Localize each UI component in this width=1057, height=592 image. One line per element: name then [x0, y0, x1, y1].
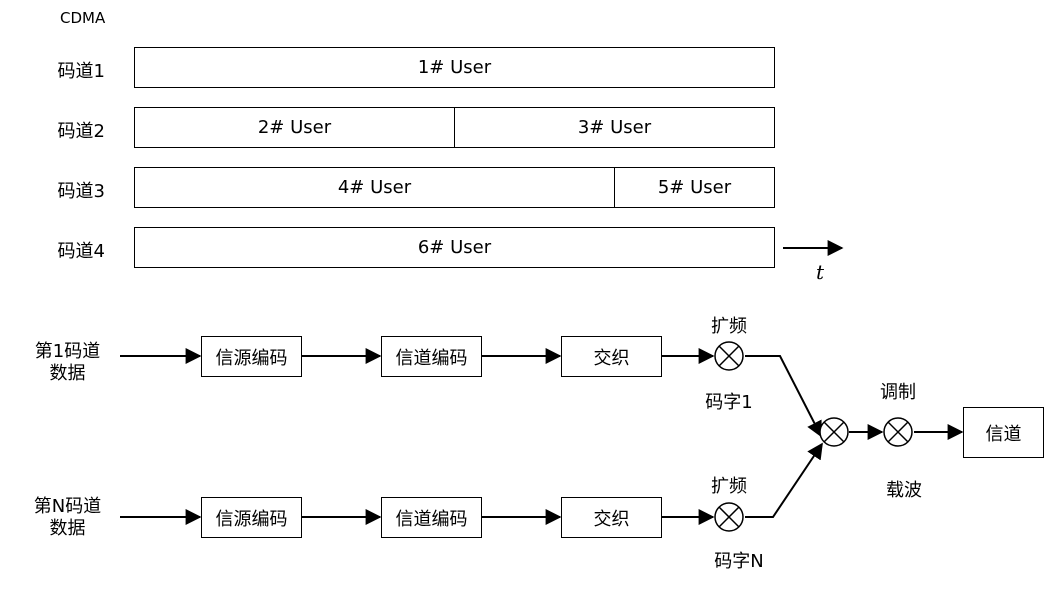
- modulation-label: 调制: [880, 382, 916, 403]
- spread-multiplier-n-icon: [714, 502, 744, 532]
- row1-spread-label: 扩频: [711, 316, 747, 337]
- row1-source-coding-block: 信源编码: [201, 336, 302, 377]
- row1-input-label: 第1码道 数据: [20, 341, 115, 385]
- rowN-code-label: 码字N: [714, 551, 764, 572]
- spread-multiplier-1-icon: [714, 341, 744, 371]
- connector-lines: [120, 240, 964, 532]
- rowN-input-label: 第N码道 数据: [15, 496, 120, 540]
- combiner-multiplier-icon: [819, 417, 849, 447]
- row1-input-line1: 第1码道: [34, 341, 101, 362]
- rowN-channel-coding-block: 信道编码: [381, 497, 482, 538]
- row1-input-line2: 数据: [49, 363, 86, 384]
- carrier-label: 载波: [886, 480, 922, 501]
- rowN-input-line1: 第N码道: [33, 496, 102, 517]
- channel-block: 信道: [963, 407, 1044, 458]
- rowN-source-coding-block: 信源编码: [201, 497, 302, 538]
- rowN-spread-label: 扩频: [711, 476, 747, 497]
- row1-interleave-block: 交织: [561, 336, 662, 377]
- row1-code-label: 码字1: [705, 392, 753, 413]
- rowN-interleave-block: 交织: [561, 497, 662, 538]
- row1-channel-coding-block: 信道编码: [381, 336, 482, 377]
- modulation-multiplier-icon: [883, 417, 913, 447]
- rowN-input-line2: 数据: [49, 518, 86, 539]
